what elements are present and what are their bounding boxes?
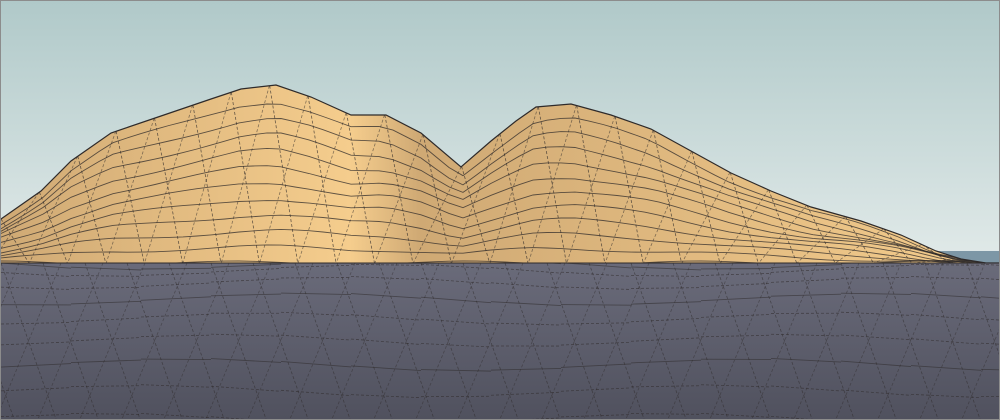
modeling-viewport[interactable] (0, 0, 1000, 420)
mesh-edge (140, 358, 212, 361)
mesh-edge (560, 304, 632, 306)
terrain-scene[interactable] (1, 1, 999, 419)
